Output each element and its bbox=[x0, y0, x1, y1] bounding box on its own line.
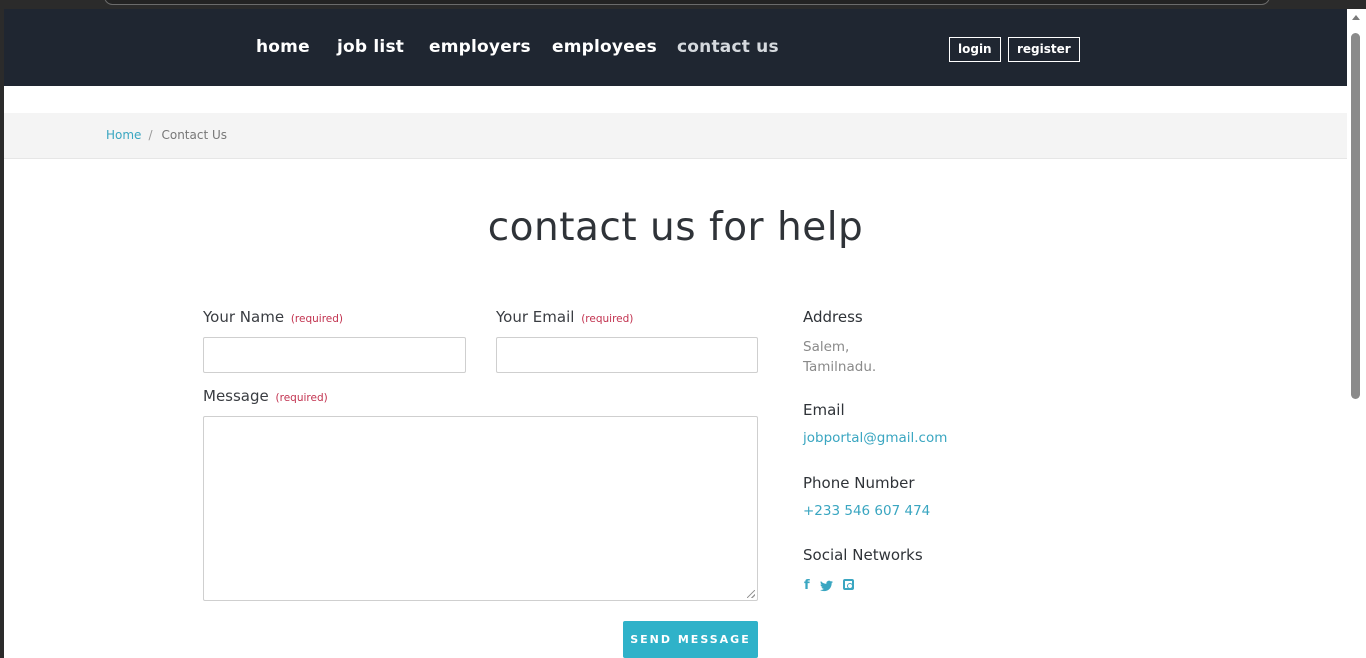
navbar: home job list employers employees contac… bbox=[4, 9, 1347, 86]
email-input[interactable] bbox=[496, 337, 758, 373]
breadcrumb: Home / Contact Us bbox=[106, 128, 227, 142]
nav-home[interactable]: home bbox=[256, 37, 310, 57]
message-required-note: (required) bbox=[275, 392, 328, 404]
nav-job-list[interactable]: job list bbox=[337, 37, 404, 57]
address-title: Address bbox=[803, 308, 863, 326]
breadcrumb-bar: Home / Contact Us bbox=[4, 113, 1347, 159]
scroll-up-arrow-icon[interactable] bbox=[1352, 15, 1360, 20]
phone-title: Phone Number bbox=[803, 474, 915, 492]
browser-address-bar[interactable] bbox=[104, 0, 1270, 5]
resize-grip-icon[interactable] bbox=[747, 590, 755, 598]
breadcrumb-separator: / bbox=[148, 128, 153, 142]
email-link[interactable]: jobportal@gmail.com bbox=[803, 430, 947, 446]
facebook-icon[interactable]: f bbox=[804, 578, 810, 593]
scrollbar-thumb[interactable] bbox=[1351, 33, 1360, 399]
name-label: Your Name (required) bbox=[203, 308, 343, 326]
address-line-1: Salem, bbox=[803, 339, 850, 355]
send-message-button[interactable]: SEND MESSAGE bbox=[623, 621, 758, 658]
browser-chrome bbox=[0, 0, 1366, 9]
address-line-2: Tamilnadu. bbox=[803, 359, 877, 375]
email-title: Email bbox=[803, 401, 845, 419]
email-label-text: Your Email bbox=[496, 308, 575, 326]
phone-link[interactable]: +233 546 607 474 bbox=[803, 503, 930, 519]
breadcrumb-current: Contact Us bbox=[161, 128, 228, 142]
name-required-note: (required) bbox=[290, 313, 344, 325]
nav-employees[interactable]: employees bbox=[552, 37, 657, 57]
instagram-icon[interactable] bbox=[843, 579, 854, 590]
social-networks-title: Social Networks bbox=[803, 546, 923, 564]
login-button[interactable]: login bbox=[949, 37, 1001, 62]
message-textarea[interactable] bbox=[203, 416, 758, 601]
register-button[interactable]: register bbox=[1008, 37, 1080, 62]
email-required-note: (required) bbox=[581, 313, 634, 325]
message-label-text: Message bbox=[203, 387, 269, 405]
nav-contact-us[interactable]: contact us bbox=[677, 37, 779, 57]
email-label: Your Email (required) bbox=[496, 308, 633, 326]
breadcrumb-home-link[interactable]: Home bbox=[106, 128, 141, 142]
twitter-icon[interactable] bbox=[820, 578, 833, 592]
scrollbar[interactable] bbox=[1347, 9, 1366, 658]
name-label-text: Your Name bbox=[203, 308, 285, 326]
name-input[interactable] bbox=[203, 337, 466, 373]
message-label: Message (required) bbox=[203, 387, 328, 405]
page-title: contact us for help bbox=[487, 205, 864, 250]
nav-employers[interactable]: employers bbox=[429, 37, 531, 57]
page-viewport: home job list employers employees contac… bbox=[4, 9, 1347, 658]
